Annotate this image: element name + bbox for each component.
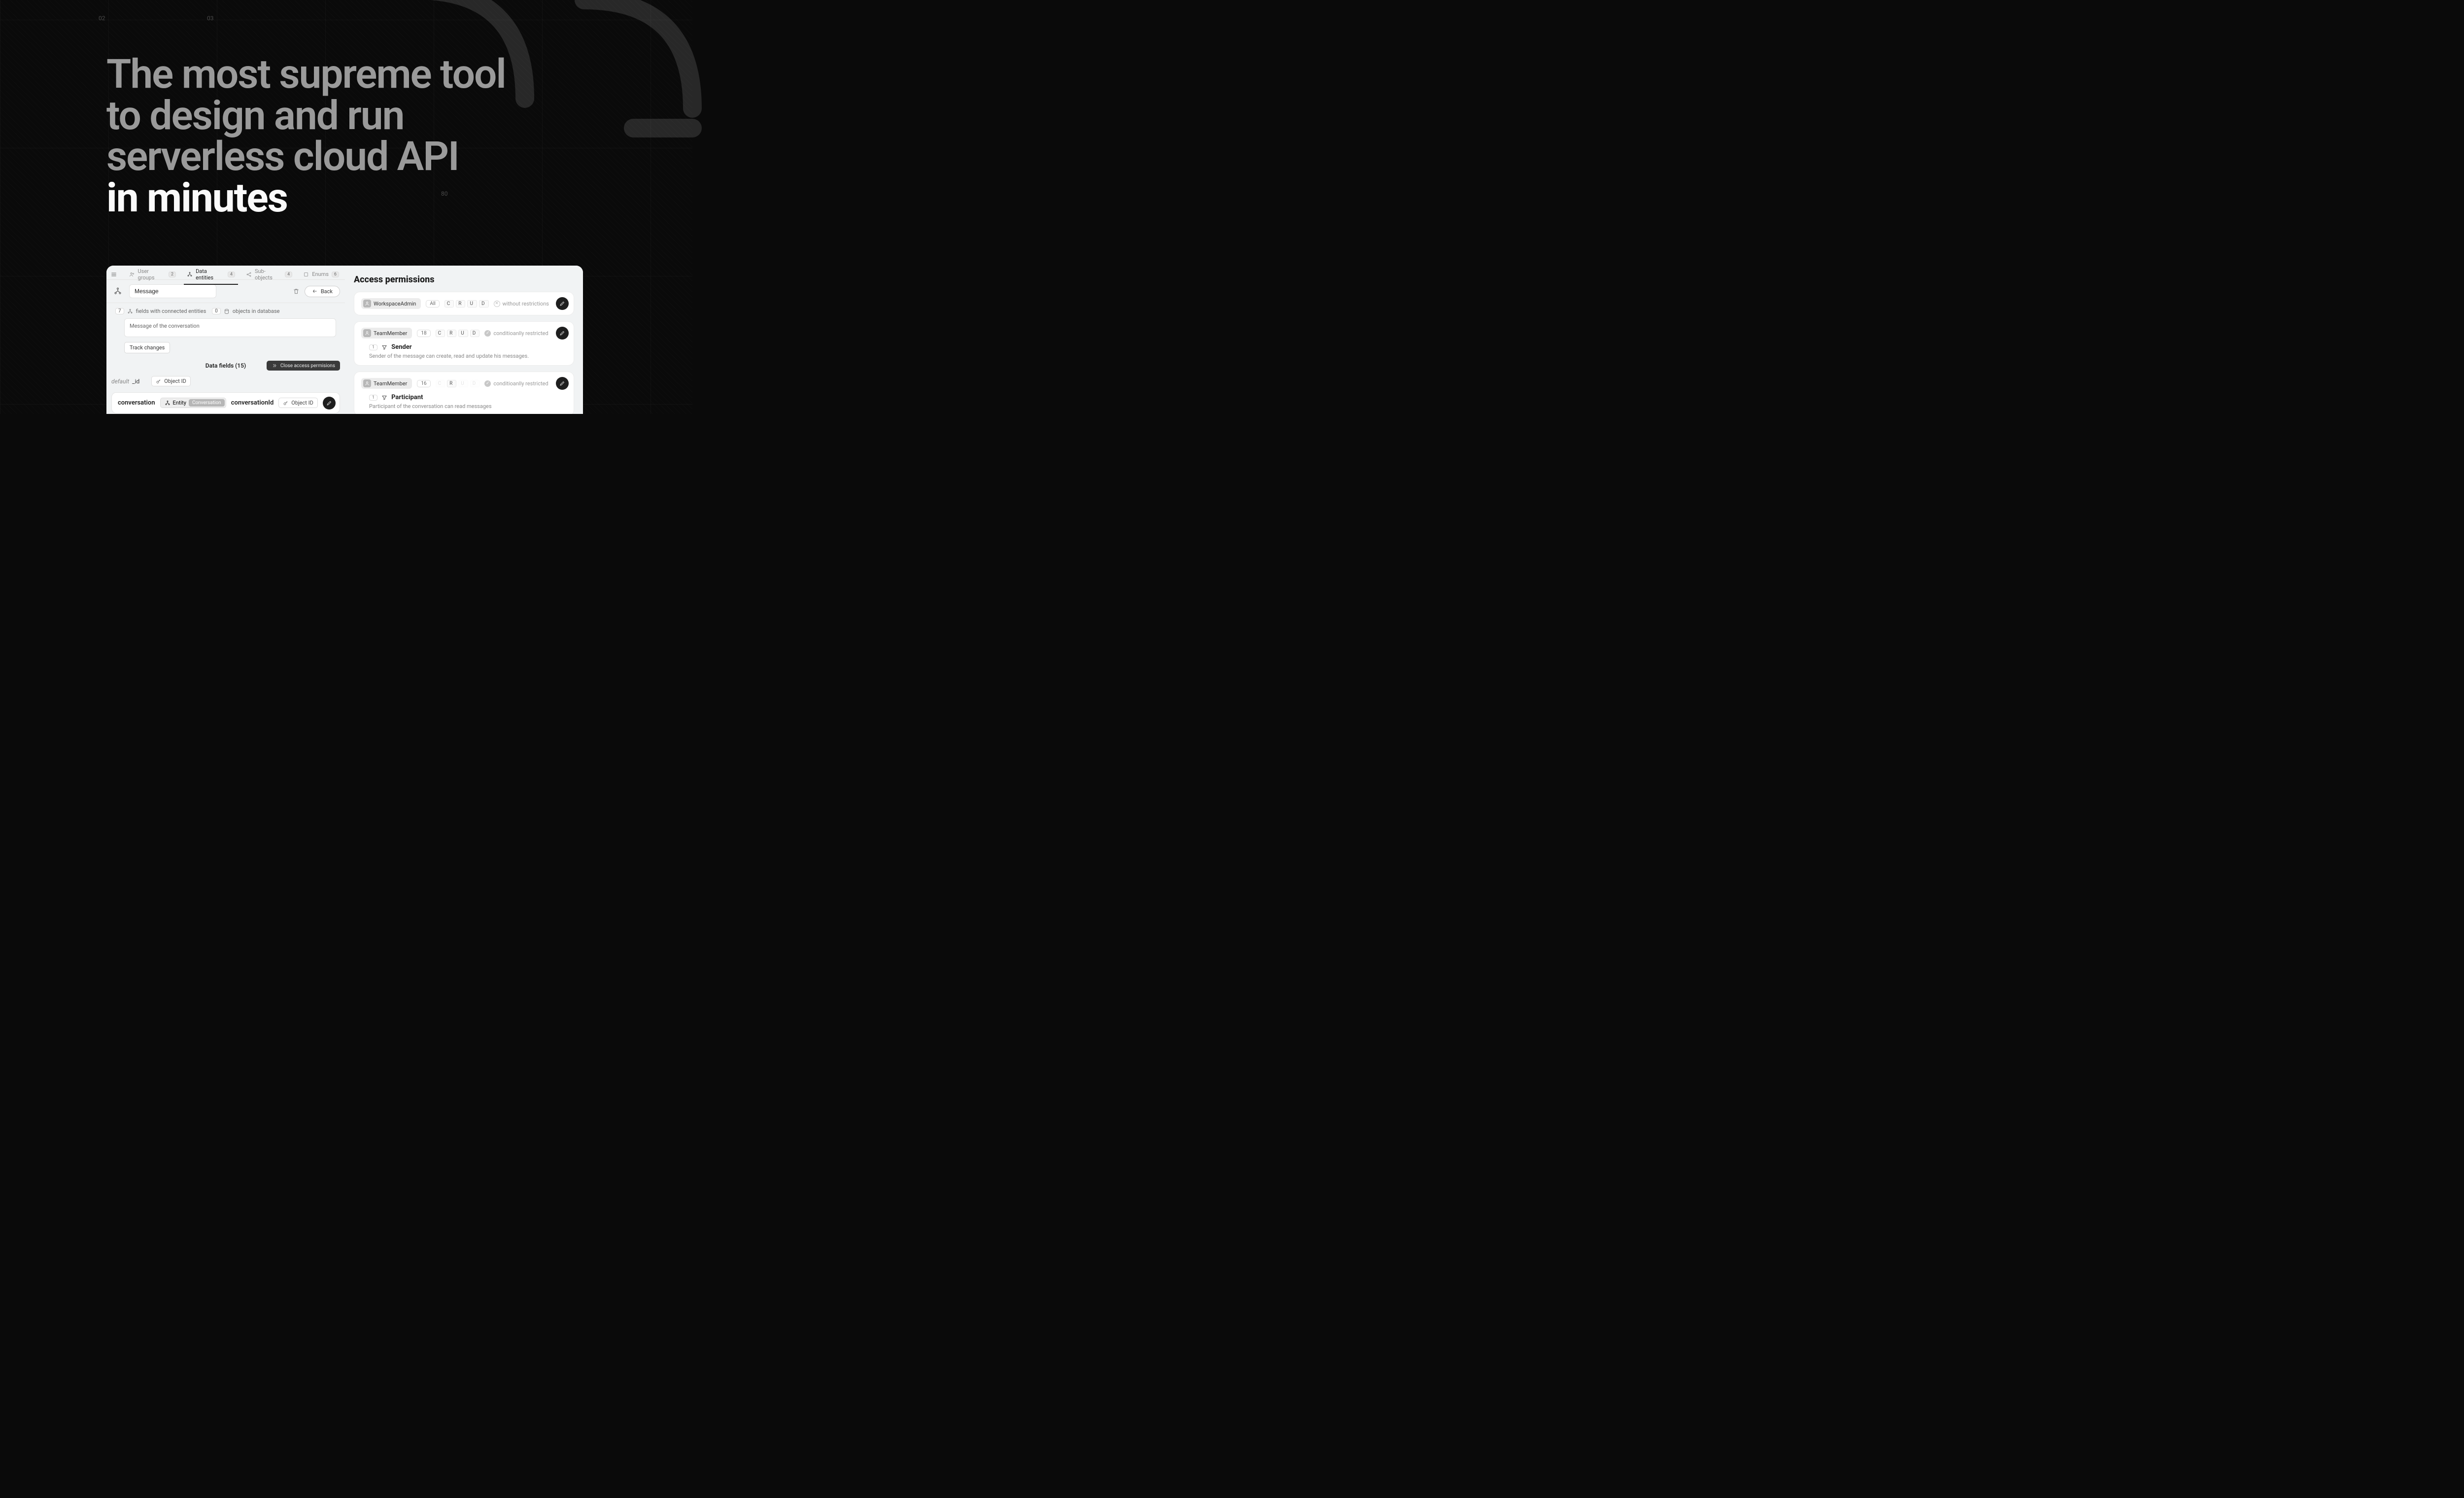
sub-count: 1 bbox=[369, 395, 377, 401]
restriction-label: ✕ without restrictions bbox=[494, 301, 549, 307]
hero-line1: The most supreme tool bbox=[106, 51, 506, 98]
tab-count: 2 bbox=[169, 272, 176, 277]
edit-button[interactable] bbox=[556, 327, 569, 340]
button-label: Close access permisions bbox=[280, 363, 335, 369]
sub-title: Sender bbox=[391, 343, 411, 351]
tab-label: User groups bbox=[138, 268, 166, 281]
stat-objects: 0 objects in database bbox=[212, 308, 279, 314]
role-label: WorkspaceAdmin bbox=[374, 301, 416, 307]
sub-desc: Sender of the message can create, read a… bbox=[369, 353, 565, 359]
pencil-icon bbox=[559, 380, 565, 386]
tab-label: Data entities bbox=[196, 268, 225, 281]
permission-card: TeamMember 18 CRUD ✓ conditioanlly restr… bbox=[354, 321, 574, 366]
stat-count: 0 bbox=[212, 308, 221, 314]
edit-button[interactable] bbox=[556, 297, 569, 310]
hero-line2: to design and run bbox=[106, 92, 404, 139]
pencil-icon bbox=[559, 330, 565, 336]
tab-user-groups[interactable]: User groups 2 bbox=[128, 266, 177, 284]
back-arrow-icon bbox=[312, 288, 318, 294]
users-icon bbox=[129, 272, 135, 277]
object-id-pill[interactable]: Object ID bbox=[151, 376, 191, 386]
permissions-title: Access permissions bbox=[354, 274, 574, 285]
tab-count: 6 bbox=[332, 272, 339, 277]
user-icon bbox=[363, 329, 371, 337]
sub-title: Participant bbox=[391, 394, 423, 401]
pill-label: Entity bbox=[173, 400, 186, 406]
pencil-icon bbox=[326, 400, 332, 406]
tree-icon bbox=[127, 308, 133, 314]
edit-button[interactable] bbox=[323, 397, 336, 409]
pill-label: Object ID bbox=[291, 400, 313, 406]
filter-icon bbox=[381, 395, 387, 401]
tab-sub-objects[interactable]: Sub-objects 4 bbox=[245, 266, 293, 284]
key-icon bbox=[283, 400, 289, 406]
trash-icon[interactable] bbox=[293, 288, 300, 295]
hero-line3: serverless cloud API bbox=[106, 133, 459, 180]
field-row[interactable]: conversation Entity Conversation convers… bbox=[111, 392, 340, 413]
stat-label: objects in database bbox=[233, 308, 280, 314]
permission-card: TeamMember 16 CRUD ✓ conditioanlly restr… bbox=[354, 372, 574, 414]
tab-data-entities[interactable]: Data entities 4 bbox=[186, 266, 236, 284]
id-label: _id bbox=[132, 378, 139, 385]
hero-accent: in minutes bbox=[106, 174, 287, 222]
tree-icon bbox=[113, 287, 124, 296]
back-button[interactable]: Back bbox=[305, 286, 340, 297]
app-window: User groups 2 Data entities 4 Sub-object… bbox=[106, 266, 583, 414]
tab-label: Sub-objects bbox=[255, 268, 282, 281]
tab-count: 4 bbox=[285, 272, 292, 277]
user-icon bbox=[363, 300, 371, 307]
restriction-dot-icon: ✓ bbox=[484, 330, 491, 337]
restriction-label: ✓ conditioanlly restricted bbox=[484, 330, 548, 337]
role-pill[interactable]: WorkspaceAdmin bbox=[361, 298, 421, 309]
tab-label: Enums bbox=[312, 271, 329, 277]
pencil-icon bbox=[559, 301, 565, 306]
stat-fields-connected: 7 fields with connected entities bbox=[115, 308, 206, 314]
count-pill: 18 bbox=[417, 330, 430, 337]
user-icon bbox=[363, 379, 371, 387]
restriction-dot-icon: ✓ bbox=[484, 380, 491, 387]
data-fields-title: Data fields (15) bbox=[205, 362, 246, 369]
permission-card: WorkspaceAdmin All CRUD ✕ without restri… bbox=[354, 292, 574, 315]
tree-icon bbox=[165, 400, 171, 406]
key-icon bbox=[156, 378, 162, 384]
role-pill[interactable]: TeamMember bbox=[361, 378, 412, 389]
tree-icon bbox=[187, 272, 193, 277]
pill-label: Object ID bbox=[164, 378, 186, 384]
stat-count: 7 bbox=[115, 308, 124, 314]
crud-badges: CRUD bbox=[445, 300, 489, 307]
field-name: conversation bbox=[118, 399, 155, 407]
edit-button[interactable] bbox=[556, 377, 569, 390]
crud-badges: CRUD bbox=[436, 380, 480, 387]
hero-heading: The most supreme tool to design and run … bbox=[106, 54, 506, 219]
description-input[interactable]: Message of the conversation bbox=[124, 318, 336, 337]
tab-enums[interactable]: Enums 6 bbox=[302, 268, 340, 281]
chevrons-right-icon bbox=[272, 363, 277, 369]
hamburger-icon[interactable] bbox=[110, 271, 119, 278]
filter-icon bbox=[381, 344, 387, 350]
database-icon bbox=[224, 308, 230, 314]
object-id-pill[interactable]: Object ID bbox=[278, 398, 318, 408]
count-pill: All bbox=[426, 300, 439, 307]
stat-label: fields with connected entities bbox=[136, 308, 206, 314]
count-pill: 16 bbox=[417, 380, 430, 387]
square-icon bbox=[303, 272, 309, 277]
restriction-dot-icon: ✕ bbox=[494, 301, 500, 307]
back-label: Back bbox=[321, 288, 333, 295]
pill-inner: Conversation bbox=[189, 399, 225, 407]
role-label: TeamMember bbox=[374, 330, 407, 337]
entity-type-pill[interactable]: Entity Conversation bbox=[160, 398, 226, 408]
role-label: TeamMember bbox=[374, 380, 407, 387]
sub-count: 1 bbox=[369, 344, 377, 350]
close-permissions-button[interactable]: Close access permisions bbox=[267, 361, 340, 371]
restriction-label: ✓ conditioanlly restricted bbox=[484, 380, 548, 387]
role-pill[interactable]: TeamMember bbox=[361, 328, 412, 339]
crud-badges: CRUD bbox=[436, 330, 480, 337]
sub-desc: Participant of the conversation can read… bbox=[369, 403, 565, 409]
tab-count: 4 bbox=[228, 272, 235, 277]
track-changes-button[interactable]: Track changes bbox=[124, 342, 170, 353]
entity-name-input[interactable] bbox=[129, 284, 216, 298]
share-icon bbox=[246, 272, 252, 277]
field-name: conversationId bbox=[231, 399, 274, 407]
default-label: default bbox=[111, 378, 129, 385]
